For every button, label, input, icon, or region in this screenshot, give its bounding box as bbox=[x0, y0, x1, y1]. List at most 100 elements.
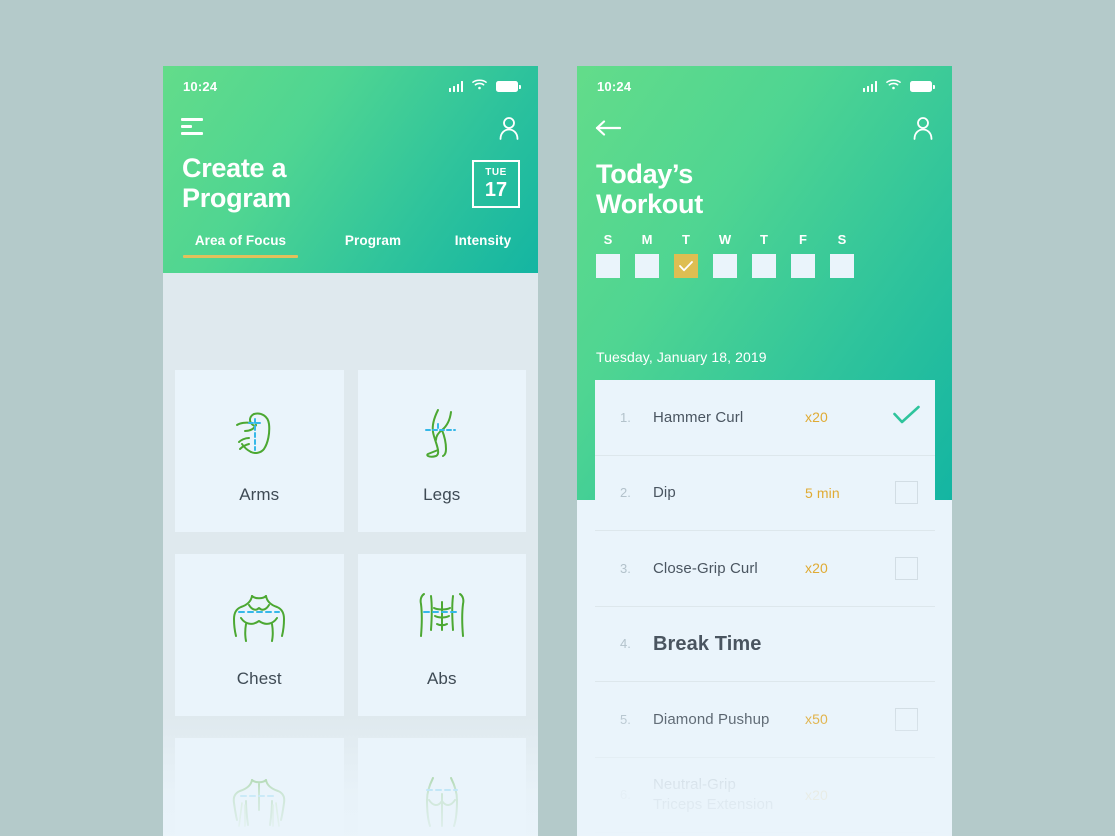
row-status[interactable] bbox=[877, 707, 935, 731]
day-checkbox[interactable] bbox=[596, 254, 620, 278]
exercise-name: Diamond Pushup bbox=[653, 710, 770, 728]
day-label: S bbox=[603, 232, 613, 247]
back-arrow-icon[interactable] bbox=[595, 120, 622, 136]
status-bar: 10:24 bbox=[163, 66, 538, 106]
day-selector-tue[interactable]: T bbox=[674, 232, 698, 278]
exercise-checkbox[interactable] bbox=[894, 481, 918, 505]
status-time: 10:24 bbox=[183, 78, 218, 94]
tab-area-of-focus[interactable]: Area of Focus bbox=[163, 233, 318, 258]
exercise-amount: 5 min bbox=[805, 484, 840, 501]
screen-todays-workout: 10:24 Today’s Workout S M T W T F S Tues… bbox=[577, 66, 952, 836]
page-title: Create a Program bbox=[182, 153, 291, 214]
back-torso-icon bbox=[225, 765, 293, 836]
hamburger-menu-icon[interactable] bbox=[181, 117, 203, 139]
exercise-amount: x20 bbox=[805, 786, 828, 803]
abs-torso-icon bbox=[408, 581, 476, 653]
day-label: W bbox=[718, 232, 732, 247]
day-selector-thu[interactable]: T bbox=[752, 232, 776, 278]
phone-todays-workout: 10:24 Today’s Workout S M T W T F S Tues… bbox=[577, 66, 952, 836]
status-icons bbox=[862, 77, 935, 95]
day-selector-sun[interactable]: S bbox=[596, 232, 620, 278]
day-checkbox-checked[interactable] bbox=[674, 254, 698, 278]
user-avatar-icon[interactable] bbox=[912, 116, 934, 140]
tab-program[interactable]: Program bbox=[318, 233, 428, 258]
day-selector-fri[interactable]: F bbox=[791, 232, 815, 278]
wifi-icon bbox=[886, 77, 901, 95]
row-number: 1. bbox=[620, 409, 631, 425]
day-selector-wed[interactable]: W bbox=[713, 232, 737, 278]
focus-card-rear[interactable]: Rear bbox=[357, 738, 526, 836]
day-checkbox[interactable] bbox=[752, 254, 776, 278]
status-bar: 10:24 bbox=[577, 66, 952, 106]
day-label: T bbox=[682, 232, 690, 247]
leg-icon bbox=[411, 397, 473, 469]
table-row[interactable]: 1. Hammer Curl x20 bbox=[595, 380, 935, 456]
status-time: 10:24 bbox=[597, 78, 632, 94]
exercise-checkbox[interactable] bbox=[894, 556, 918, 580]
wifi-icon bbox=[472, 77, 487, 95]
row-status[interactable] bbox=[877, 556, 935, 580]
table-row-break[interactable]: 4. Break Time bbox=[595, 607, 935, 682]
nav-row bbox=[577, 106, 952, 150]
workout-exercise-list: 1. Hammer Curl x20 2. Dip 5 min 3. Close… bbox=[595, 380, 935, 836]
page-title-line2: Program bbox=[182, 182, 291, 213]
week-day-selector: S M T W T F S bbox=[596, 232, 854, 278]
focus-card-abs[interactable]: Abs bbox=[357, 554, 526, 716]
day-checkbox[interactable] bbox=[713, 254, 737, 278]
tab-intensity[interactable]: Intensity bbox=[428, 233, 538, 258]
break-label: Break Time bbox=[653, 632, 762, 655]
day-label: M bbox=[641, 232, 653, 247]
focus-card-legs[interactable]: Legs bbox=[357, 370, 526, 532]
table-row[interactable]: 5. Diamond Pushup x50 bbox=[595, 682, 935, 758]
row-number: 5. bbox=[620, 711, 631, 727]
day-label: F bbox=[799, 232, 807, 247]
battery-icon bbox=[910, 80, 935, 92]
row-status[interactable] bbox=[877, 405, 935, 430]
exercise-checkbox[interactable] bbox=[894, 707, 918, 731]
selected-date-label: Tuesday, January 18, 2019 bbox=[596, 349, 767, 365]
focus-card-grid: Arms Legs Chest Abs bbox=[175, 273, 526, 836]
flexed-bicep-icon bbox=[228, 397, 290, 469]
exercise-amount: x20 bbox=[805, 409, 828, 426]
day-selector-sat[interactable]: S bbox=[830, 232, 854, 278]
phone-create-program: Arms Legs Chest Abs 10:24 Create a Progr… bbox=[163, 66, 538, 836]
day-label: S bbox=[837, 232, 847, 247]
row-status[interactable] bbox=[877, 481, 935, 505]
table-row[interactable]: 2. Dip 5 min bbox=[595, 456, 935, 531]
day-selector-mon[interactable]: M bbox=[635, 232, 659, 278]
page-title: Today’s Workout bbox=[596, 159, 703, 220]
create-program-header: 10:24 Create a Program TUE 17 Area of Fo… bbox=[163, 66, 538, 273]
exercise-amount: x20 bbox=[805, 560, 828, 577]
row-number: 3. bbox=[620, 560, 631, 576]
table-row[interactable]: 6. Neutral-Grip Triceps Extension x20 bbox=[595, 758, 935, 833]
table-row[interactable]: 3. Close-Grip Curl x20 bbox=[595, 531, 935, 607]
day-checkbox[interactable] bbox=[791, 254, 815, 278]
page-title-line1: Create a bbox=[182, 153, 287, 183]
focus-card-arms[interactable]: Arms bbox=[175, 370, 344, 532]
day-label: T bbox=[760, 232, 768, 247]
signal-bars-icon bbox=[862, 80, 877, 92]
screen-create-program: Arms Legs Chest Abs 10:24 Create a Progr… bbox=[163, 66, 538, 836]
checkmark-icon bbox=[892, 405, 920, 430]
exercise-name: Dip bbox=[653, 484, 676, 501]
day-checkbox[interactable] bbox=[635, 254, 659, 278]
chest-torso-icon bbox=[225, 581, 293, 653]
focus-card-label: Abs bbox=[426, 669, 457, 688]
focus-card-label: Legs bbox=[423, 485, 461, 504]
area-of-focus-grid-area: Arms Legs Chest Abs bbox=[163, 273, 538, 836]
page-title-line2: Workout bbox=[596, 188, 703, 219]
user-avatar-icon[interactable] bbox=[498, 116, 520, 140]
glutes-icon bbox=[411, 765, 473, 836]
status-icons bbox=[448, 77, 521, 95]
row-number: 4. bbox=[620, 636, 631, 652]
focus-card-label: Arms bbox=[239, 485, 280, 504]
nav-row bbox=[163, 106, 538, 150]
exercise-name: Neutral-Grip Triceps Extension bbox=[653, 776, 774, 813]
focus-card-label: Chest bbox=[236, 669, 282, 688]
date-badge[interactable]: TUE 17 bbox=[472, 160, 520, 208]
day-checkbox[interactable] bbox=[830, 254, 854, 278]
battery-icon bbox=[496, 80, 521, 92]
tab-bar: Area of Focus Program Intensity bbox=[163, 233, 538, 273]
focus-card-chest[interactable]: Chest bbox=[175, 554, 344, 716]
focus-card-back[interactable]: Back bbox=[175, 738, 344, 836]
